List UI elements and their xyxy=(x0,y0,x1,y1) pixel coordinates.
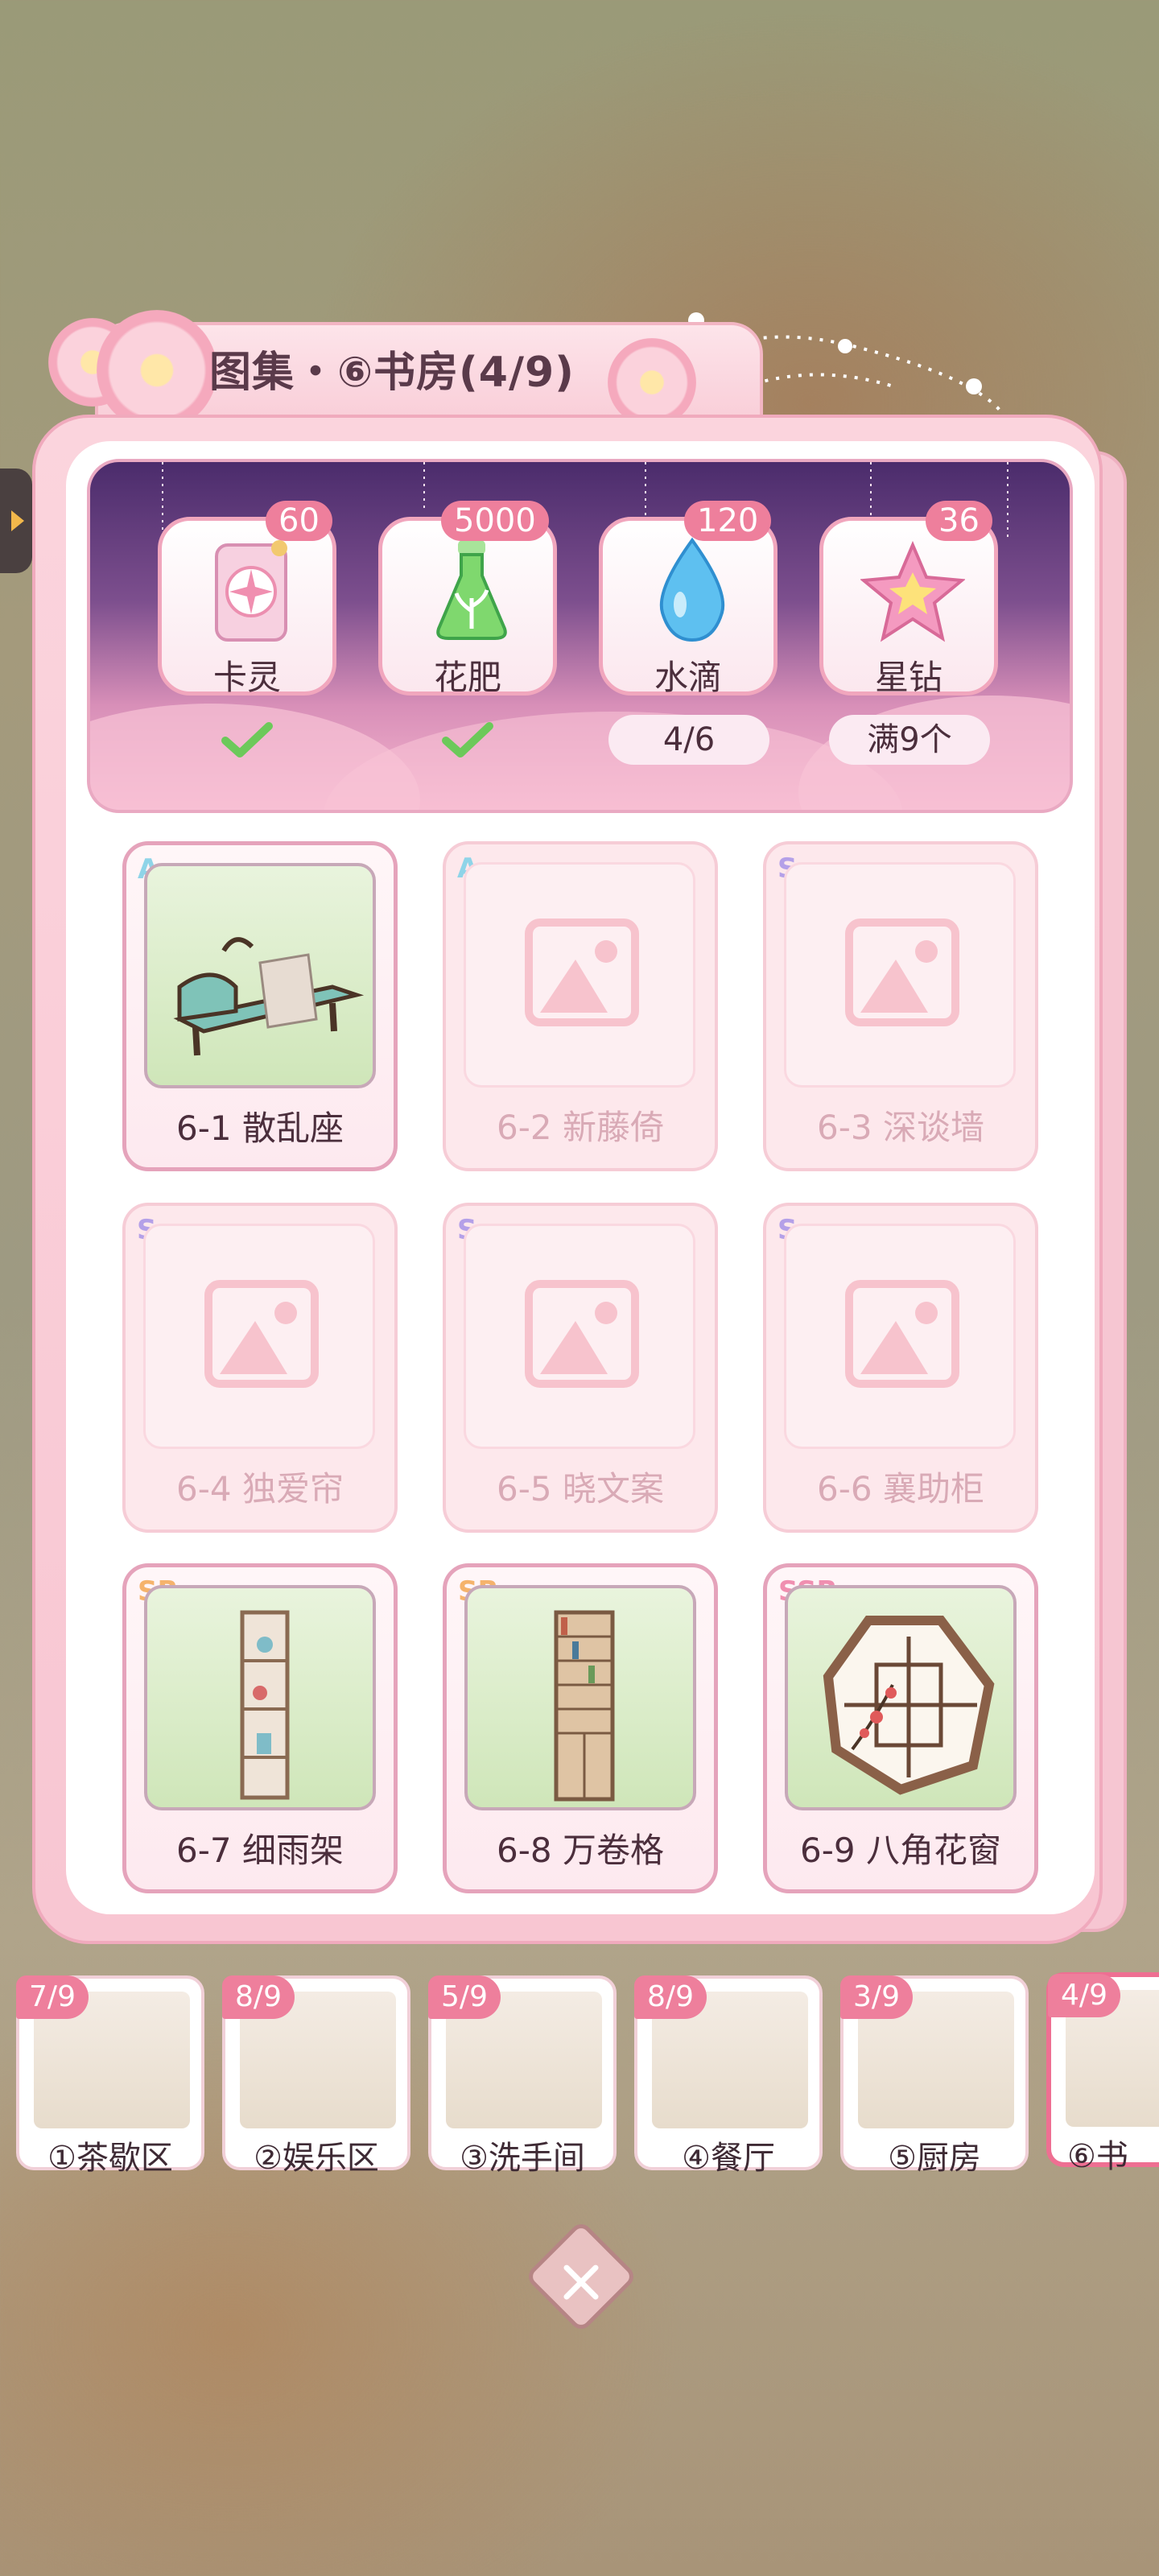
image-placeholder-icon xyxy=(525,919,639,1026)
item-name: 6-7 细雨架 xyxy=(176,1831,344,1870)
resource-count-badge: 36 xyxy=(926,501,992,541)
close-icon xyxy=(563,2264,599,2300)
flower-decoration xyxy=(97,310,217,431)
item-card[interactable]: SR 6-7 细雨架 xyxy=(122,1563,398,1893)
item-name: 6-1 散乱座 xyxy=(176,1108,344,1148)
tab-dining-room[interactable]: 8/9 ④餐厅 xyxy=(634,1975,823,2177)
tab-label: ④餐厅 xyxy=(682,2140,775,2177)
bookcase-image xyxy=(554,1610,615,1802)
tab-label: ⑥书 xyxy=(1067,2138,1128,2175)
resource-label: 水滴 xyxy=(654,658,722,697)
item-name: 6-3 深谈墙 xyxy=(817,1108,984,1147)
item-name: 6-2 新藤倚 xyxy=(497,1108,664,1147)
item-card[interactable]: S 6-4 独爱帘 xyxy=(122,1203,398,1533)
resource-label: 花肥 xyxy=(433,658,501,697)
resource-label: 卡灵 xyxy=(212,658,281,697)
resource-requirement: 满9个 xyxy=(829,715,990,765)
item-card[interactable]: A 6-2 新藤倚 xyxy=(443,841,718,1171)
tab-washroom[interactable]: 5/9 ③洗手间 xyxy=(428,1975,617,2177)
tab-progress-badge: 5/9 xyxy=(428,1975,501,2019)
page-title: 图集・⑥书房(4/9) xyxy=(209,349,575,397)
flower-decoration xyxy=(608,338,696,427)
tab-progress-badge: 8/9 xyxy=(634,1975,707,2019)
resource-count-badge: 60 xyxy=(266,501,332,541)
resource-label: 星钻 xyxy=(874,658,942,697)
tab-label: ③洗手间 xyxy=(460,2140,585,2177)
image-placeholder-icon xyxy=(204,1280,319,1388)
item-card[interactable]: SSR 6-9 八角花窗 xyxy=(763,1563,1038,1893)
side-expand-arrow[interactable] xyxy=(0,469,32,573)
resource-count-badge: 5000 xyxy=(441,501,549,541)
resource-count-badge: 120 xyxy=(684,501,772,541)
tab-kitchen[interactable]: 3/9 ⑤厨房 xyxy=(840,1975,1029,2177)
tab-progress-badge: 8/9 xyxy=(222,1975,295,2019)
tab-study-room[interactable]: 4/9 ⑥书 xyxy=(1046,1972,1159,2175)
item-image-placeholder xyxy=(143,1224,375,1449)
image-placeholder-icon xyxy=(845,919,959,1026)
image-placeholder-icon xyxy=(845,1280,959,1388)
item-card[interactable]: A 6-1 散乱座 xyxy=(122,841,398,1171)
tab-progress-badge: 3/9 xyxy=(840,1975,913,2019)
octagon-window-image xyxy=(823,1616,995,1795)
item-image-placeholder xyxy=(464,1224,695,1449)
item-card[interactable]: SR 6-8 万卷格 xyxy=(443,1563,718,1893)
tab-label: ①茶歇区 xyxy=(47,2140,173,2177)
item-card[interactable]: S 6-6 襄助柜 xyxy=(763,1203,1038,1533)
tab-progress-badge: 4/9 xyxy=(1048,1974,1120,2017)
check-icon xyxy=(221,722,273,758)
image-placeholder-icon xyxy=(525,1280,639,1388)
item-name: 6-4 独爱帘 xyxy=(176,1469,344,1509)
item-card[interactable]: S 6-3 深谈墙 xyxy=(763,841,1038,1171)
card-icon xyxy=(215,540,287,642)
item-name: 6-8 万卷格 xyxy=(497,1831,664,1870)
tab-tea-break-area[interactable]: 7/9 ①茶歇区 xyxy=(16,1975,204,2177)
close-button[interactable] xyxy=(524,2219,638,2334)
item-image xyxy=(144,863,376,1088)
item-image-placeholder xyxy=(784,862,1016,1088)
fertilizer-flask-icon xyxy=(436,540,507,640)
tab-progress-badge: 7/9 xyxy=(16,1975,89,2019)
water-drop-icon xyxy=(659,537,725,642)
tab-entertainment-area[interactable]: 8/9 ②娱乐区 xyxy=(222,1975,410,2177)
item-name: 6-6 襄助柜 xyxy=(817,1469,984,1509)
item-image-placeholder xyxy=(464,862,695,1088)
item-name: 6-5 晓文案 xyxy=(497,1469,664,1509)
check-icon xyxy=(442,722,493,758)
item-image-placeholder xyxy=(784,1224,1016,1449)
lounge-chair-image xyxy=(173,937,365,1056)
item-image xyxy=(785,1585,1017,1810)
tab-label: ⑤厨房 xyxy=(888,2140,981,2177)
tab-label: ②娱乐区 xyxy=(254,2140,379,2177)
resource-progress: 4/6 xyxy=(608,715,769,765)
narrow-shelf-image xyxy=(240,1610,290,1800)
item-card[interactable]: S 6-5 晓文案 xyxy=(443,1203,718,1533)
item-image xyxy=(464,1585,696,1810)
item-name: 6-9 八角花窗 xyxy=(800,1831,1001,1870)
item-image xyxy=(144,1585,376,1810)
star-diamond-icon xyxy=(860,540,965,642)
